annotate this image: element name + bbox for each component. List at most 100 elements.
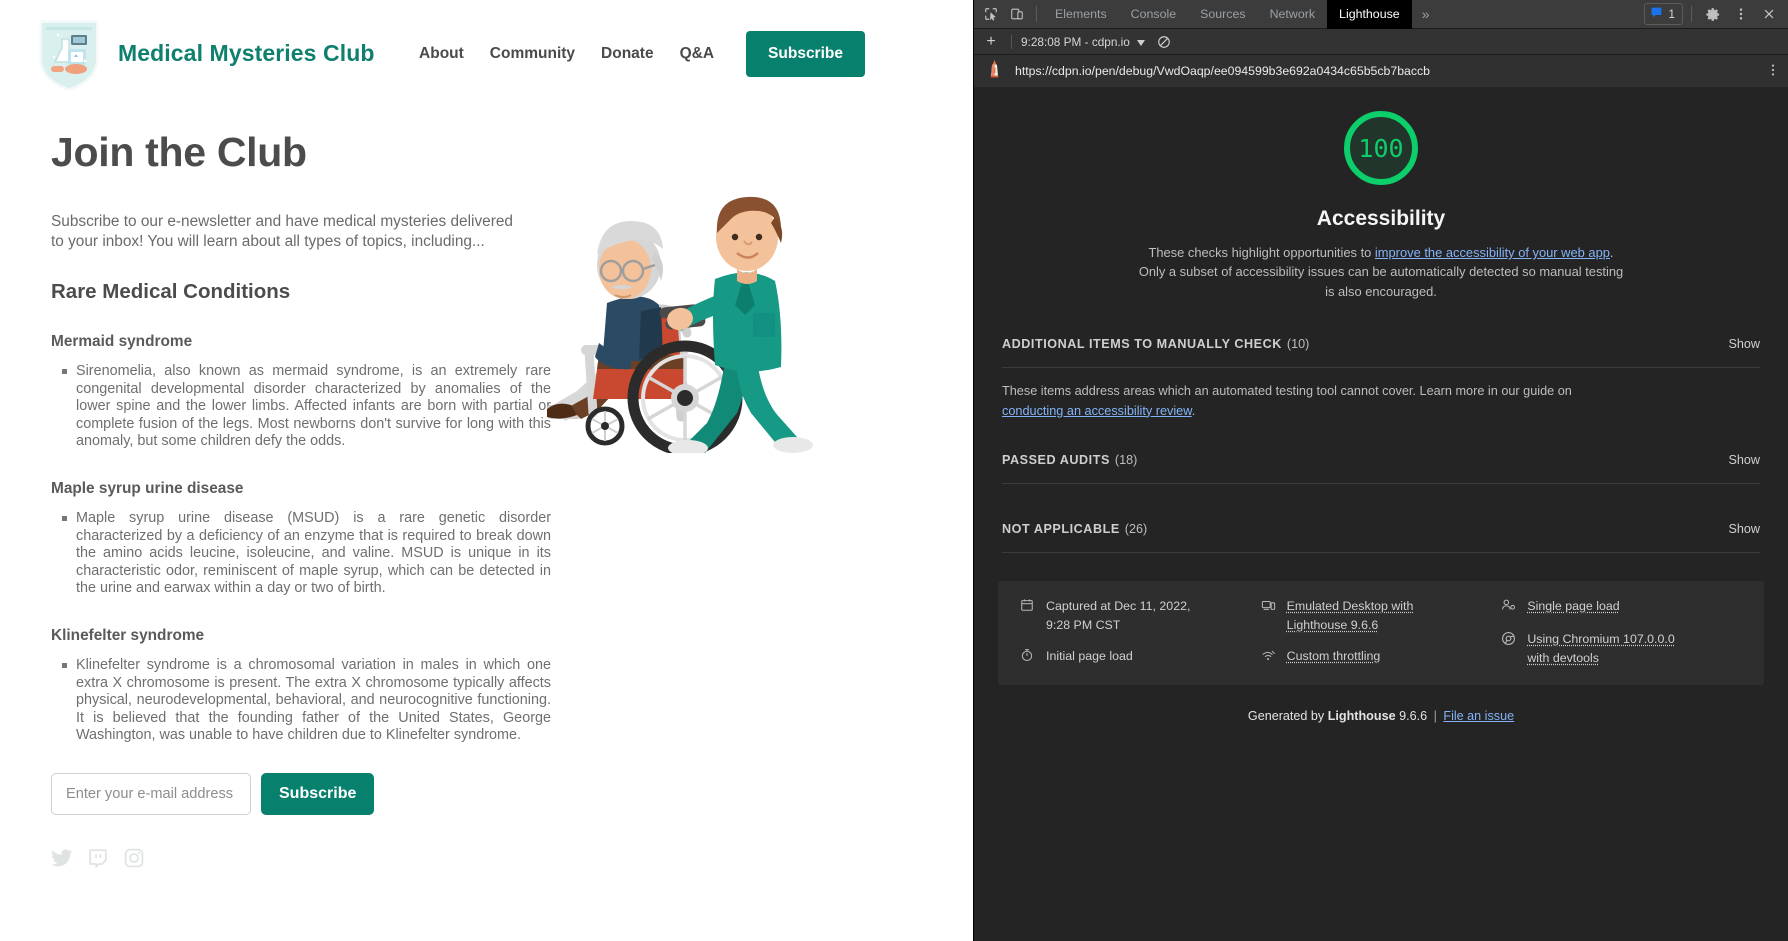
twitter-icon[interactable] [51,847,73,869]
clump-manual-check: ADDITIONAL ITEMS TO MANUALLY CHECK (10) … [988,327,1774,443]
tab-network[interactable]: Network [1258,0,1327,29]
improve-accessibility-link[interactable]: improve the accessibility of your web ap… [1375,245,1610,260]
site-header: Medical Mysteries Club About Community D… [0,0,973,107]
single-user-icon [1501,598,1517,617]
report-metadata-card: Captured at Dec 11, 2022, 9:28 PM CST In… [998,581,1764,685]
condition-list-3: Klinefelter syndrome is a chromosomal va… [38,657,935,745]
devtools-toolbar-right: 1 [1644,1,1788,27]
clump-count: (26) [1125,522,1147,536]
main-nav: About Community Donate Q&A Subscribe [419,31,865,77]
run-selector[interactable]: 9:28:08 PM - cdpn.io [1021,35,1145,49]
web-page-viewport: Medical Mysteries Club About Community D… [0,0,973,941]
tab-sources[interactable]: Sources [1188,0,1257,29]
toolbar-divider-2 [1691,6,1692,22]
meta-captured-at: Captured at Dec 11, 2022, 9:28 PM CST [1020,597,1261,634]
clump-show-toggle[interactable]: Show [1728,453,1760,467]
message-count-badge[interactable]: 1 [1644,3,1683,25]
clear-no-entry-icon[interactable] [1157,35,1171,49]
brand-title: Medical Mysteries Club [118,40,375,67]
subbar-divider [1011,35,1012,49]
metadata-column-1: Captured at Dec 11, 2022, 9:28 PM CST In… [1020,597,1261,667]
file-an-issue-link[interactable]: File an issue [1443,709,1514,723]
nav-qa[interactable]: Q&A [680,45,714,63]
devtools-tabs: Elements Console Sources Network Lightho… [1043,0,1412,29]
run-selector-label: 9:28:08 PM - cdpn.io [1021,35,1130,49]
meta-text: Captured at Dec 11, 2022, 9:28 PM CST [1046,597,1194,634]
form-subscribe-button[interactable]: Subscribe [261,773,374,815]
throttling-icon [1261,648,1277,667]
clump-not-applicable: NOT APPLICABLE (26) Show [988,512,1774,553]
clump-spacer [988,484,1774,512]
metadata-column-3: Single page load Using Chromium 107.0.0.… [1501,597,1742,667]
stopwatch-icon [1020,648,1036,667]
nav-donate[interactable]: Donate [601,45,654,63]
nurse-pushing-wheelchair-illustration [525,193,825,458]
category-description-part1: These checks highlight opportunities to [1148,245,1374,260]
message-bubble-icon [1650,6,1663,22]
score-value: 100 [1340,107,1422,189]
device-toolbar-icon[interactable] [1004,1,1030,27]
nav-community[interactable]: Community [490,45,575,63]
chevron-double-right-icon[interactable]: » [1412,6,1440,22]
meta-text[interactable]: Emulated Desktop with Lighthouse 9.6.6 [1287,597,1435,634]
condition-title-2: Maple syrup urine disease [51,480,935,498]
footer-prefix: Generated by [1248,709,1328,723]
email-field[interactable] [51,773,251,815]
meta-text[interactable]: Using Chromium 107.0.0.0 with devtools [1527,630,1675,667]
nav-about[interactable]: About [419,45,464,63]
plus-icon[interactable]: + [980,32,1002,52]
lighthouse-report: https://cdpn.io/pen/debug/VwdOaqp/ee0945… [974,55,1788,941]
tab-lighthouse[interactable]: Lighthouse [1327,0,1412,29]
clump-show-toggle[interactable]: Show [1728,522,1760,536]
clump-header-not-applicable[interactable]: NOT APPLICABLE (26) Show [988,512,1774,546]
app-root: Medical Mysteries Club About Community D… [0,0,1788,941]
score-hero: 100 Accessibility These checks highlight… [974,87,1788,301]
accessibility-review-link[interactable]: conducting an accessibility review [1002,404,1192,418]
clump-title: ADDITIONAL ITEMS TO MANUALLY CHECK [1002,337,1282,351]
condition-title-3: Klinefelter syndrome [51,627,935,645]
report-url: https://cdpn.io/pen/debug/VwdOaqp/ee0945… [1015,64,1430,78]
clump-show-toggle[interactable]: Show [1728,337,1760,351]
list-item: Maple syrup urine disease (MSUD) is a ra… [76,510,551,598]
page-body: Join the Club Subscribe to our e-newslet… [0,129,973,869]
accessibility-gauge: 100 [1340,107,1422,189]
vertical-dots-icon[interactable] [1766,62,1780,80]
vertical-dots-icon[interactable] [1728,1,1754,27]
report-footer: Generated by Lighthouse 9.6.6 | File an … [974,709,1788,723]
toolbar-divider [1036,6,1037,22]
header-subscribe-button[interactable]: Subscribe [746,31,865,77]
meta-initial-page-load: Initial page load [1020,647,1261,667]
meta-single-page-load: Single page load [1501,597,1742,617]
page-title: Join the Club [51,129,935,176]
meta-text: Initial page load [1046,647,1133,666]
meta-emulated-desktop: Emulated Desktop with Lighthouse 9.6.6 [1261,597,1502,634]
caret-down-icon [1137,35,1145,49]
footer-product-name: Lighthouse [1328,709,1396,723]
twitch-icon[interactable] [87,847,109,869]
tab-elements[interactable]: Elements [1043,0,1119,29]
list-item: Klinefelter syndrome is a chromosomal va… [76,657,551,745]
clump-count: (10) [1287,337,1309,351]
chrome-icon [1501,631,1517,651]
shield-lab-logo-icon[interactable] [38,17,100,91]
report-url-bar: https://cdpn.io/pen/debug/VwdOaqp/ee0945… [974,55,1788,87]
social-links [51,847,935,869]
footer-version: 9.6.6 [1399,709,1427,723]
instagram-icon[interactable] [123,847,145,869]
tab-console[interactable]: Console [1119,0,1188,29]
meta-using-chromium: Using Chromium 107.0.0.0 with devtools [1501,630,1742,667]
meta-text[interactable]: Single page load [1527,597,1619,616]
inspect-element-icon[interactable] [978,1,1004,27]
gear-icon[interactable] [1700,1,1726,27]
message-count: 1 [1668,7,1675,21]
clump-header-manual[interactable]: ADDITIONAL ITEMS TO MANUALLY CHECK (10) … [988,327,1774,361]
newsletter-form: Subscribe [51,773,935,815]
category-title: Accessibility [974,207,1788,231]
devtools-panel: Elements Console Sources Network Lightho… [973,0,1788,941]
close-icon[interactable] [1756,1,1782,27]
meta-text[interactable]: Custom throttling [1287,647,1381,666]
clump-header-passed[interactable]: PASSED AUDITS (18) Show [988,443,1774,477]
footer-separator: | [1434,709,1437,723]
clump-body-part2: . [1192,404,1196,418]
clump-body-manual: These items address areas which an autom… [988,368,1628,443]
